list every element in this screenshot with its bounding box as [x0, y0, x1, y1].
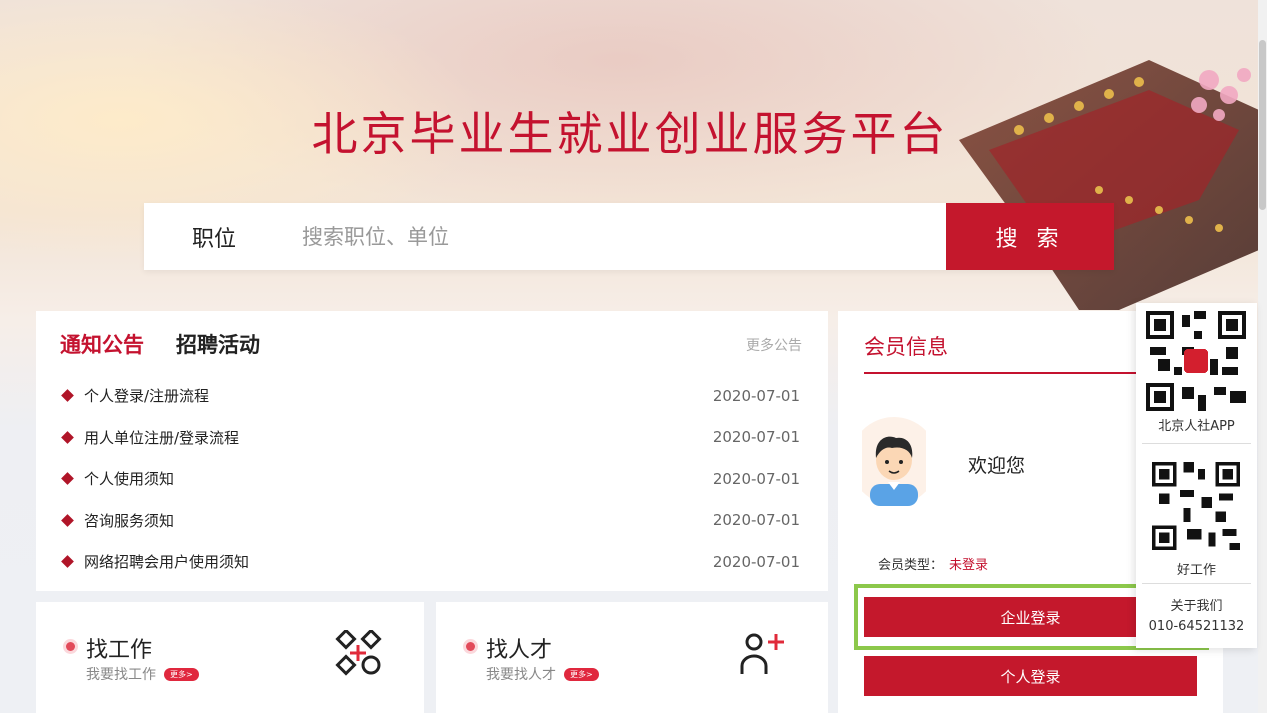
scrollbar-thumb[interactable] [1259, 40, 1266, 210]
search-input[interactable] [284, 203, 946, 270]
notice-title[interactable]: 个人使用须知 [84, 468, 174, 489]
about-us-link[interactable]: 关于我们 [1136, 595, 1257, 614]
notice-tabs: 通知公告 招聘活动 [60, 329, 260, 359]
qr-code-icon[interactable] [1152, 461, 1240, 551]
divider [1142, 583, 1251, 584]
notice-title[interactable]: 网络招聘会用户使用须知 [84, 551, 249, 572]
notice-item[interactable]: 网络招聘会用户使用须知 2020-07-01 [60, 541, 800, 583]
bullet-diamond-icon [61, 513, 74, 527]
more-notices-link[interactable]: 更多公告 [746, 335, 802, 355]
temple-roof-illustration [959, 60, 1259, 310]
notice-date: 2020-07-01 [712, 469, 800, 488]
bullet-diamond-icon [61, 472, 74, 486]
job-qr-label: 好工作 [1176, 563, 1216, 578]
find-talent-subtitle-text: 我要找人才 [486, 667, 556, 683]
dot-icon [466, 642, 475, 651]
member-type: 会员类型： 未登录 [878, 554, 988, 573]
notice-date: 2020-07-01 [712, 386, 800, 405]
dot-icon [66, 642, 75, 651]
find-talent-card[interactable]: 找人才 我要找人才 更多> [436, 602, 828, 713]
find-job-card[interactable]: 找工作 我要找工作 更多> [36, 602, 424, 713]
notice-title[interactable]: 个人登录/注册流程 [84, 385, 209, 406]
more-badge[interactable]: 更多> [564, 667, 599, 681]
search-type-selector[interactable]: 职位 [144, 221, 284, 253]
site-title: 北京毕业生就业创业服务平台 [311, 107, 949, 161]
bullet-diamond-icon [61, 430, 74, 444]
member-info-title: 会员信息 [864, 335, 948, 359]
notice-date: 2020-07-01 [712, 552, 800, 571]
notice-item[interactable]: 个人使用须知 2020-07-01 [60, 458, 800, 500]
member-type-value: 未登录 [949, 558, 989, 573]
qr-code-icon[interactable] [1146, 311, 1246, 411]
more-badge[interactable]: 更多> [164, 667, 199, 681]
find-job-subtitle-text: 我要找工作 [86, 667, 156, 683]
find-talent-subtitle: 我要找人才 更多> [486, 664, 599, 684]
search-button[interactable]: 搜 索 [946, 203, 1114, 270]
divider [1142, 443, 1251, 444]
notice-date: 2020-07-01 [712, 511, 800, 530]
member-type-label: 会员类型： [878, 558, 944, 573]
app-qr-label: 北京人社APP [1158, 419, 1235, 434]
notice-title[interactable]: 用人单位注册/登录流程 [84, 427, 239, 448]
floating-side-panel: 北京人社APP 好工作 关于我们 010-64521132 [1136, 303, 1257, 648]
notice-item[interactable]: 用人单位注册/登录流程 2020-07-01 [60, 417, 800, 459]
bullet-diamond-icon [61, 389, 74, 403]
find-job-title: 找工作 [86, 638, 153, 663]
find-job-subtitle: 我要找工作 更多> [86, 664, 199, 684]
phone-number: 010-64521132 [1148, 619, 1245, 634]
notice-list: 个人登录/注册流程 2020-07-01 用人单位注册/登录流程 2020-07… [60, 375, 800, 583]
job-search-icon [335, 630, 382, 676]
notice-item[interactable]: 个人登录/注册流程 2020-07-01 [60, 375, 800, 417]
tab-recruitment-events[interactable]: 招聘活动 [176, 329, 260, 359]
bullet-diamond-icon [61, 555, 74, 569]
notice-date: 2020-07-01 [712, 428, 800, 447]
avatar [862, 417, 926, 506]
search-bar: 职位 搜 索 [144, 203, 1114, 270]
tab-notices[interactable]: 通知公告 [60, 329, 144, 359]
personal-login-button[interactable]: 个人登录 [864, 656, 1197, 696]
notice-item[interactable]: 咨询服务须知 2020-07-01 [60, 500, 800, 542]
find-talent-title: 找人才 [486, 638, 553, 663]
welcome-text: 欢迎您 [968, 455, 1026, 477]
notice-panel: 通知公告 招聘活动 更多公告 个人登录/注册流程 2020-07-01 用人单位… [36, 311, 828, 591]
add-person-icon [740, 633, 784, 674]
notice-title[interactable]: 咨询服务须知 [84, 510, 174, 531]
